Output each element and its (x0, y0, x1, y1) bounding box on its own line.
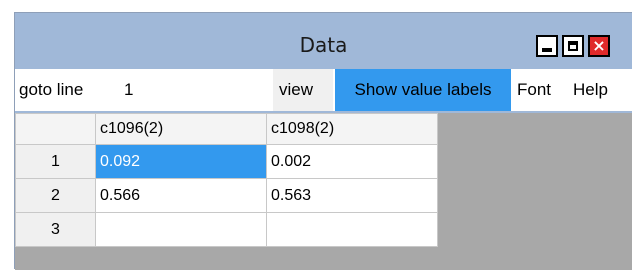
column-header[interactable]: c1096(2) (95, 113, 267, 145)
table-row: 1 0.092 0.002 (15, 144, 438, 179)
table-cell[interactable] (266, 212, 438, 247)
header-row: c1096(2) c1098(2) (15, 113, 438, 145)
data-window: Data × goto line 1 view Show value label… (14, 12, 632, 270)
maximize-button[interactable] (562, 35, 584, 57)
corner-cell[interactable] (15, 113, 96, 145)
view-button[interactable]: view (273, 69, 333, 111)
column-header[interactable]: c1098(2) (266, 113, 438, 145)
table-cell[interactable] (95, 212, 267, 247)
table-cell[interactable]: 0.566 (95, 178, 267, 213)
table-row: 2 0.566 0.563 (15, 178, 438, 213)
row-header[interactable]: 2 (15, 178, 96, 213)
close-icon: × (592, 36, 606, 55)
table-cell[interactable]: 0.563 (266, 178, 438, 213)
goto-line-input[interactable]: 1 (124, 69, 264, 111)
title-bar[interactable]: Data × (15, 13, 632, 63)
row-header[interactable]: 1 (15, 144, 96, 179)
help-button[interactable]: Help (573, 69, 608, 111)
table-cell[interactable]: 0.092 (95, 144, 267, 179)
font-button[interactable]: Font (517, 69, 551, 111)
show-value-labels-button[interactable]: Show value labels (335, 69, 511, 111)
toolbar: goto line 1 view Show value labels Font … (15, 69, 632, 111)
close-button[interactable]: × (588, 35, 610, 57)
data-grid: c1096(2) c1098(2) 1 0.092 0.002 2 0.566 … (15, 113, 438, 247)
minimize-icon (542, 48, 552, 52)
maximize-icon (568, 41, 578, 51)
minimize-button[interactable] (536, 35, 558, 57)
row-header[interactable]: 3 (15, 212, 96, 247)
table-cell[interactable]: 0.002 (266, 144, 438, 179)
table-row: 3 (15, 212, 438, 247)
data-grid-area: c1096(2) c1098(2) 1 0.092 0.002 2 0.566 … (15, 113, 632, 270)
goto-line-label: goto line (19, 80, 84, 99)
